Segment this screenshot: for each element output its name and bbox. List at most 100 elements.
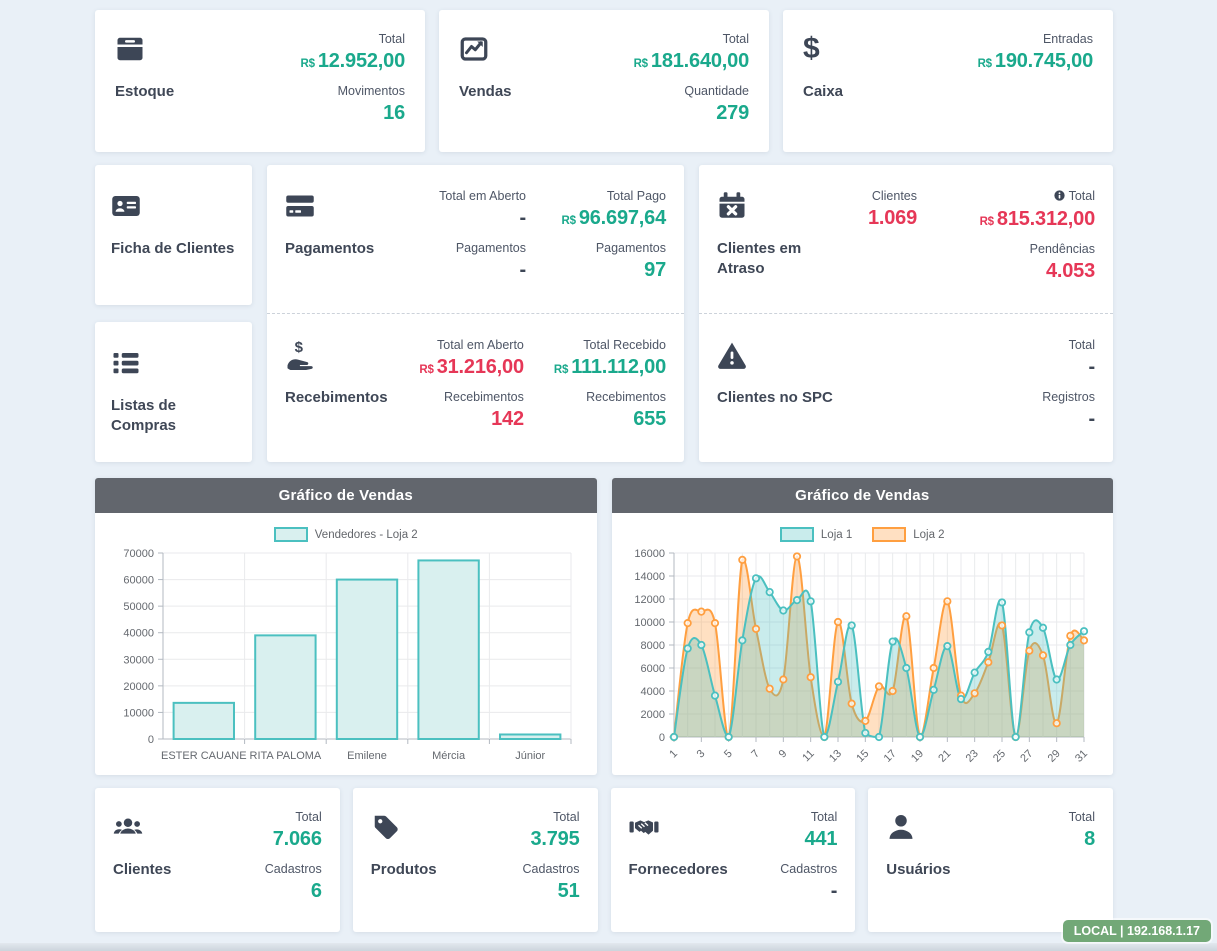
- section-clientes-spc[interactable]: Clientes no SPC Total- Registros-: [699, 313, 1113, 460]
- card-stats: Total R$12.952,00 Movimentos 16: [301, 30, 406, 132]
- svg-text:Emilene: Emilene: [347, 750, 387, 762]
- legend-swatch: [872, 527, 906, 542]
- legend-item[interactable]: Loja 2: [872, 527, 944, 542]
- card-title: Ficha de Clientes: [111, 239, 236, 259]
- line-chart-legend[interactable]: Loja 1 Loja 2: [626, 527, 1100, 542]
- svg-text:11: 11: [800, 748, 817, 765]
- atraso-clientes-column: Clientes1.069: [807, 187, 917, 313]
- card-estoque[interactable]: Estoque Total R$12.952,00 Movimentos 16: [95, 10, 425, 152]
- svg-text:27: 27: [1018, 748, 1035, 765]
- line-chart-svg[interactable]: 0200040006000800010000120001400016000135…: [626, 545, 1096, 767]
- card-title: Estoque: [115, 82, 174, 102]
- svg-text:ESTER CAUANE: ESTER CAUANE: [161, 750, 247, 762]
- dollar-icon: $: [803, 34, 835, 66]
- chart-title: Gráfico de Vendas: [612, 478, 1114, 513]
- chart-line-icon: [459, 34, 491, 66]
- card-title: Usuários: [886, 860, 950, 880]
- card-title: Fornecedores: [629, 860, 728, 880]
- card-produtos[interactable]: Produtos Total3.795 Cadastros51: [353, 788, 598, 932]
- charts-row: Gráfico de Vendas Vendedores - Loja 2 0 1…: [95, 478, 1113, 775]
- legend-label: Loja 1: [821, 529, 852, 541]
- summary-row-middle: Ficha de Clientes Listas de Compras Paga…: [95, 165, 1113, 462]
- id-card-icon: [111, 191, 143, 223]
- chart-title: Gráfico de Vendas: [95, 478, 597, 513]
- svg-text:10000: 10000: [123, 707, 154, 719]
- svg-text:60000: 60000: [123, 575, 154, 587]
- stat: Total R$12.952,00: [301, 30, 406, 73]
- card-stats: Total441 Cadastros-: [780, 808, 837, 912]
- hand-holding-dollar-icon: $: [285, 340, 317, 372]
- svg-text:$: $: [295, 340, 304, 356]
- users-icon: [113, 812, 145, 844]
- card-title: Produtos: [371, 860, 437, 880]
- svg-text:23: 23: [963, 748, 980, 765]
- svg-text:17: 17: [881, 748, 898, 765]
- spc-stats: Total- Registros-: [1042, 336, 1095, 460]
- card-stats: Total3.795 Cadastros51: [523, 808, 580, 912]
- svg-text:40000: 40000: [123, 628, 154, 640]
- card-listas-compras[interactable]: Listas de Compras: [95, 322, 252, 462]
- card-stats: Total7.066 Cadastros6: [265, 808, 322, 912]
- svg-text:70000: 70000: [123, 548, 154, 560]
- svg-text:14000: 14000: [634, 571, 665, 583]
- svg-text:13: 13: [826, 748, 843, 765]
- stat: Entradas R$190.745,00: [978, 30, 1093, 73]
- svg-text:Mércia: Mércia: [432, 750, 466, 762]
- legend-item[interactable]: Loja 1: [780, 527, 852, 542]
- svg-text:4000: 4000: [640, 686, 664, 698]
- sales-line-chart-card: Gráfico de Vendas Loja 1Loja 2 020004000…: [612, 478, 1114, 775]
- svg-text:RITA PALOMA: RITA PALOMA: [250, 750, 322, 762]
- bar-chart-svg[interactable]: 010000200003000040000500006000070000ESTE…: [109, 545, 579, 767]
- calendar-xmark-icon: [717, 191, 749, 223]
- svg-text:20000: 20000: [123, 681, 154, 693]
- credit-card-icon: [285, 191, 317, 223]
- section-clientes-atraso[interactable]: Clientes em Atraso Clientes1.069 Total R…: [699, 165, 1113, 313]
- card-title: Vendas: [459, 82, 512, 102]
- card-usuarios[interactable]: Usuários Total8: [868, 788, 1113, 932]
- svg-text:Júnior: Júnior: [515, 750, 545, 762]
- card-atraso-spc: Clientes em Atraso Clientes1.069 Total R…: [699, 165, 1113, 462]
- card-fornecedores[interactable]: Fornecedores Total441 Cadastros-: [611, 788, 856, 932]
- info-icon[interactable]: [1054, 188, 1065, 207]
- bar-chart-legend[interactable]: Vendedores - Loja 2: [109, 527, 583, 542]
- svg-text:16000: 16000: [634, 548, 665, 560]
- list-icon: [111, 348, 143, 380]
- user-icon: [886, 812, 918, 844]
- svg-text:3: 3: [694, 748, 707, 761]
- card-clientes[interactable]: Clientes Total7.066 Cadastros6: [95, 788, 340, 932]
- svg-text:7: 7: [749, 748, 762, 761]
- card-title: Caixa: [803, 82, 843, 102]
- stat: Quantidade 279: [634, 82, 749, 125]
- archive-box-icon: [115, 34, 147, 66]
- card-vendas[interactable]: Vendas Total R$181.640,00 Quantidade 279: [439, 10, 769, 152]
- svg-text:9: 9: [776, 748, 789, 761]
- summary-row-bottom: Clientes Total7.066 Cadastros6 Produtos …: [95, 788, 1113, 932]
- card-caixa[interactable]: $ Caixa Entradas R$190.745,00: [783, 10, 1113, 152]
- svg-text:19: 19: [908, 748, 925, 765]
- recebimentos-open-column: Total em AbertoR$31.216,00 Recebimentos1…: [414, 336, 524, 460]
- svg-text:6000: 6000: [640, 663, 664, 675]
- card-title: Clientes no SPC: [717, 388, 833, 408]
- section-pagamentos[interactable]: Pagamentos Total em Aberto- Pagamentos- …: [267, 165, 684, 313]
- sales-bar-chart-card: Gráfico de Vendas Vendedores - Loja 2 0 1…: [95, 478, 597, 775]
- card-pagamentos-recebimentos: Pagamentos Total em Aberto- Pagamentos- …: [267, 165, 684, 462]
- card-ficha-clientes[interactable]: Ficha de Clientes: [95, 165, 252, 305]
- svg-text:2000: 2000: [640, 709, 664, 721]
- triangle-exclamation-icon: [717, 340, 749, 372]
- svg-text:50000: 50000: [123, 601, 154, 613]
- card-title: Clientes em Atraso: [717, 239, 807, 280]
- svg-text:10000: 10000: [634, 617, 665, 629]
- section-recebimentos[interactable]: $ Recebimentos Total em AbertoR$31.216,0…: [267, 313, 684, 460]
- svg-text:12000: 12000: [634, 594, 665, 606]
- card-stats: Entradas R$190.745,00: [978, 30, 1093, 132]
- legend-swatch: [274, 527, 308, 542]
- summary-row-top: Estoque Total R$12.952,00 Movimentos 16 …: [95, 10, 1113, 152]
- recebimentos-received-column: Total RecebidoR$111.112,00 Recebimentos6…: [554, 336, 666, 460]
- card-title: Listas de Compras: [111, 396, 231, 437]
- card-title: Recebimentos: [285, 388, 388, 408]
- svg-text:0: 0: [148, 734, 154, 746]
- page-bottom-strip: [0, 943, 1217, 951]
- svg-text:5: 5: [721, 748, 734, 761]
- pagamentos-paid-column: Total PagoR$96.697,64 Pagamentos97: [556, 187, 666, 313]
- legend-item[interactable]: Vendedores - Loja 2: [274, 527, 418, 542]
